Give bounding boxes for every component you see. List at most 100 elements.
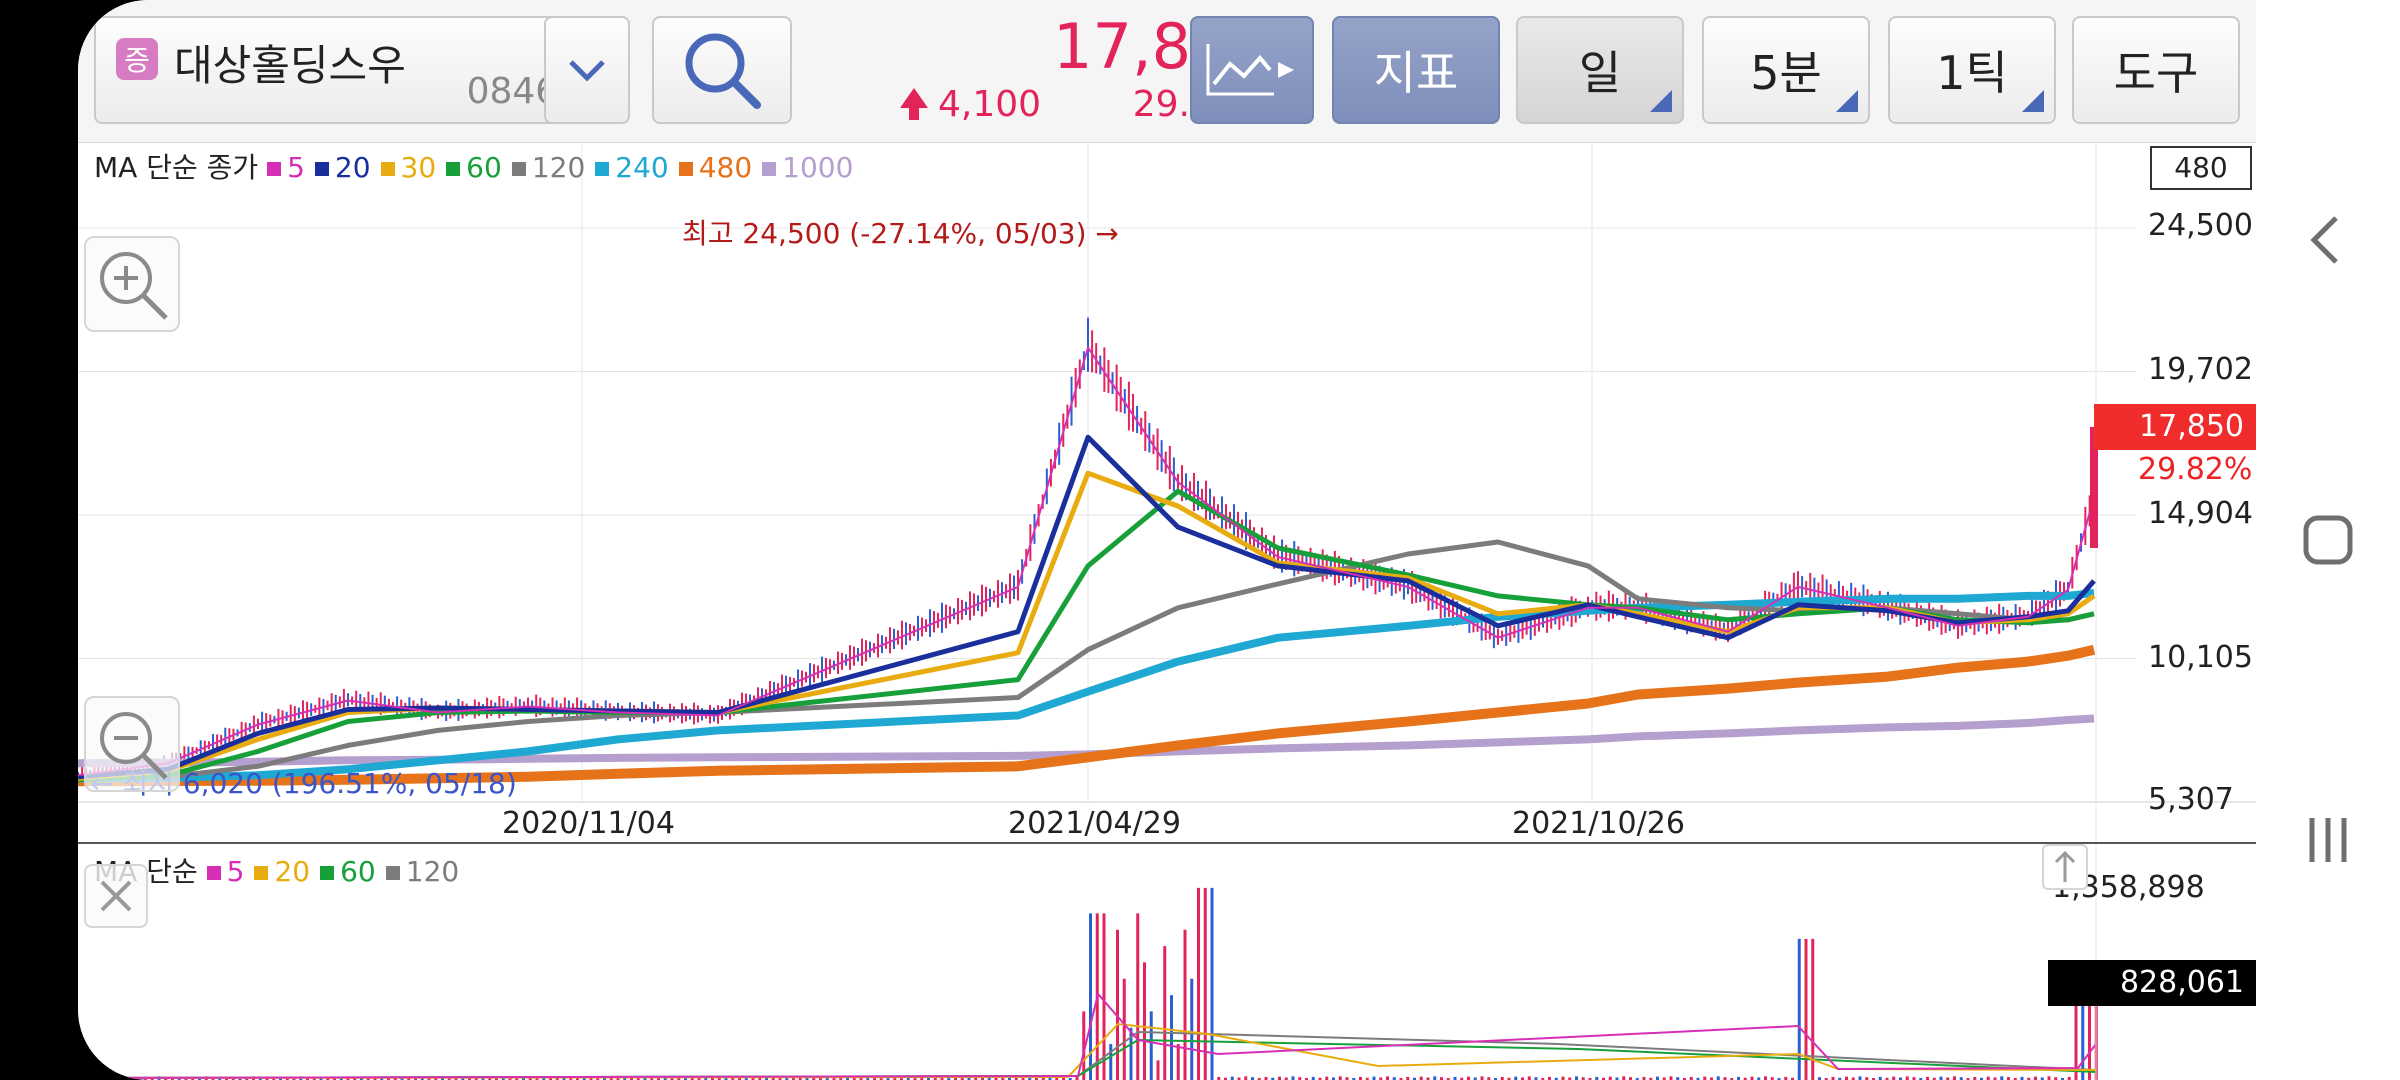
vol-legend-item-5[interactable]: 5: [206, 855, 245, 888]
chevron-down-icon: [569, 60, 605, 82]
corner-triangle-icon: [1650, 90, 1672, 112]
legend-swatch: [320, 866, 335, 880]
x-tick-label: 2021/10/26: [1512, 806, 1685, 841]
zoom-in-button[interactable]: [84, 236, 180, 332]
line-chart-icon: [1206, 44, 1294, 96]
price-change: 4,100: [938, 84, 1042, 125]
vol-legend-item-20[interactable]: 20: [254, 855, 310, 888]
period-tick-label: 1틱: [1936, 46, 2008, 100]
search-button[interactable]: [652, 16, 792, 124]
ma-legend-item-30[interactable]: 30: [380, 151, 437, 184]
legend-label: 1000: [782, 151, 854, 184]
ma-line-20: [78, 434, 2096, 780]
legend-label: 60: [466, 151, 502, 184]
zoom-out-button[interactable]: [84, 696, 180, 792]
legend-swatch: [254, 866, 269, 880]
x-tick-label: 2020/11/04: [502, 806, 675, 841]
period-minute-label: 5분: [1750, 46, 1822, 100]
y-tick-label: 14,904: [2148, 496, 2253, 531]
volume-ma-legend: MA 단순 52060120: [94, 850, 469, 890]
ma-legend-item-60[interactable]: 60: [446, 151, 502, 184]
tool-button[interactable]: 도구: [2072, 16, 2240, 124]
volume-chart-panel[interactable]: MA 단순 52060120 1,358,898 828,061: [78, 842, 2256, 1080]
legend-label: 480: [698, 151, 753, 184]
legend-label: 20: [334, 151, 371, 184]
y-tick-label: 19,702: [2148, 352, 2253, 387]
legend-label: 30: [400, 151, 437, 184]
chart-app: 증 대상홀딩스우 084695 17,850 4,100 29.82% 지표 일…: [78, 0, 2256, 1080]
legend-label: 20: [274, 855, 311, 888]
ma-legend-item-1000[interactable]: 1000: [762, 151, 853, 184]
high-price-annotation: 최고 24,500 (-27.14%, 05/03) →: [682, 217, 1119, 250]
stock-name: 대상홀딩스우: [174, 41, 406, 90]
zoom-out-icon: [100, 712, 168, 780]
ma-legend-item-120[interactable]: 120: [511, 151, 586, 184]
y-tick-label: 5,307: [2148, 782, 2234, 817]
ma-line-120: [78, 539, 2095, 781]
legend-label: 120: [531, 151, 586, 184]
legend-label: 240: [615, 151, 669, 184]
chart-type-button[interactable]: [1190, 16, 1314, 124]
period-tick-button[interactable]: 1틱: [1888, 16, 2056, 124]
period-day-label: 일: [1578, 46, 1622, 100]
y-tick-label: 10,105: [2148, 640, 2253, 675]
legend-swatch: [762, 162, 777, 176]
ma-legend: MA 단순 종가 5 20 30 60 120 240 480 1000: [94, 146, 863, 186]
home-icon: [2303, 515, 2353, 565]
y-tick-label: 24,500: [2148, 208, 2253, 243]
legend-swatch: [380, 162, 395, 176]
volume-legend-items: 5 20 60 120: [206, 855, 470, 888]
legend-swatch: [678, 162, 693, 176]
price-chart-panel[interactable]: MA 단순 종가 5 20 30 60 120 240 480 1000 480 24,500…: [78, 142, 2256, 842]
arrow-up-icon: [2054, 850, 2076, 882]
home-nav-button[interactable]: [2256, 510, 2400, 574]
ma-period-box[interactable]: 480: [2150, 146, 2252, 190]
volume-current-tag: 828,061: [2048, 960, 2256, 1006]
period-minute-button[interactable]: 5분: [1702, 16, 1870, 124]
ma-legend-item-20[interactable]: 20: [314, 151, 371, 184]
system-nav-bar: [2256, 0, 2400, 1080]
legend-swatch: [206, 866, 221, 880]
search-icon: [685, 33, 761, 109]
ma-legend-items: 5 20 30 60 120 240 480 1000: [267, 151, 863, 184]
legend-label: 120: [405, 855, 460, 888]
recents-icon: [2309, 818, 2347, 862]
up-arrow-icon: [900, 88, 928, 108]
close-icon: [100, 880, 132, 912]
corner-triangle-icon: [2022, 90, 2044, 112]
top-toolbar: 증 대상홀딩스우 084695 17,850 4,100 29.82% 지표 일…: [78, 0, 2256, 143]
volume-ma-line: [78, 991, 2097, 1079]
price-chart-svg[interactable]: [78, 142, 2256, 842]
ma-legend-item-5[interactable]: 5: [267, 151, 305, 184]
period-day-button[interactable]: 일: [1516, 16, 1684, 124]
back-nav-button[interactable]: [2256, 210, 2400, 274]
vol-legend-item-120[interactable]: 120: [385, 855, 460, 888]
legend-swatch: [511, 162, 526, 176]
ma-legend-item-240[interactable]: 240: [595, 151, 669, 184]
ma-legend-title: MA 단순 종가: [94, 151, 259, 184]
market-badge: 증: [116, 38, 158, 80]
legend-label: 60: [340, 855, 376, 888]
ma-line-60: [78, 488, 2095, 783]
close-panel-button[interactable]: [84, 864, 148, 928]
legend-label: 5: [287, 151, 305, 184]
zoom-in-icon: [100, 252, 168, 320]
vol-legend-item-60[interactable]: 60: [320, 855, 376, 888]
stock-dropdown-button[interactable]: [544, 16, 630, 124]
current-pct-tag: 29.82%: [2138, 452, 2253, 487]
up-arrow-stem: [909, 106, 919, 120]
expand-panel-button[interactable]: [2042, 844, 2088, 890]
legend-label: 5: [226, 855, 245, 888]
x-tick-label: 2021/04/29: [1008, 806, 1181, 841]
ma-legend-item-480[interactable]: 480: [678, 151, 753, 184]
indicator-button[interactable]: 지표: [1332, 16, 1500, 124]
volume-ma-line: [78, 1038, 2097, 1079]
legend-swatch: [385, 866, 400, 880]
recents-nav-button[interactable]: [2256, 810, 2400, 874]
screen-left-edge: [0, 0, 78, 1080]
current-price-tag: 17,850: [2094, 404, 2256, 450]
legend-swatch: [595, 162, 610, 176]
back-icon: [2310, 216, 2338, 264]
legend-swatch: [446, 162, 461, 176]
corner-triangle-icon: [1836, 90, 1858, 112]
